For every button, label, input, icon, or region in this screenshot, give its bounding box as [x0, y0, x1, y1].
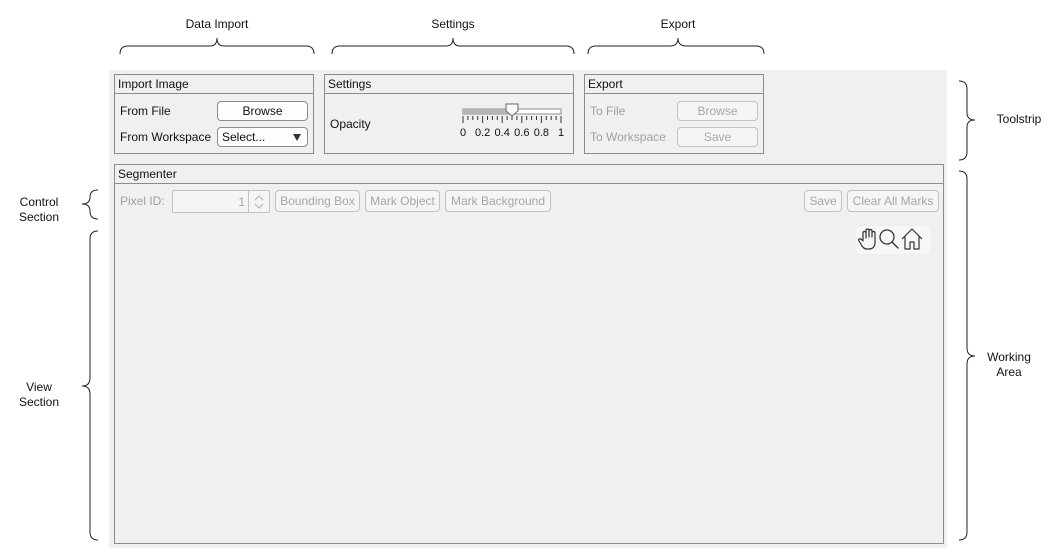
settings-panel: Settings Opacity 0 0.2 0.4 0.6 0.8 1	[324, 74, 574, 154]
spinner-down-icon	[254, 203, 264, 209]
annotation-data-import: Data Import	[185, 17, 249, 31]
segmenter-panel-title: Segmenter	[115, 165, 943, 184]
bounding-box-button[interactable]: Bounding Box	[275, 190, 360, 212]
brace-control-section	[81, 189, 99, 220]
spinner-arrows[interactable]	[251, 193, 267, 211]
export-panel: Export To File Browse To Workspace Save	[584, 74, 764, 154]
annotation-working-area-line2: Area	[996, 365, 1022, 379]
brace-working-area	[958, 170, 976, 541]
brace-view-section	[81, 230, 99, 541]
annotation-export: Export	[660, 17, 696, 31]
pixel-id-spinner[interactable]: 1	[172, 190, 270, 213]
pixel-id-value: 1	[238, 195, 245, 209]
annotation-control-section: Control Section	[4, 195, 74, 225]
annotation-view-section-line2: Section	[18, 395, 60, 409]
from-workspace-label: From Workspace	[120, 130, 212, 144]
tick-label-3: 0.6	[514, 127, 530, 139]
segmenter-save-button[interactable]: Save	[804, 190, 842, 212]
clear-all-marks-button[interactable]: Clear All Marks	[847, 190, 939, 212]
settings-panel-title: Settings	[325, 75, 573, 94]
annotation-view-section-line1: View	[26, 380, 52, 394]
export-save-button[interactable]: Save	[677, 127, 758, 147]
pixel-id-label: Pixel ID:	[120, 194, 165, 208]
workspace-select-value: Select...	[222, 130, 266, 144]
annotation-working-area: Working Area	[976, 350, 1042, 380]
brace-toolstrip	[958, 80, 976, 161]
import-browse-button[interactable]: Browse	[217, 101, 308, 121]
tick-label-0: 0	[459, 127, 467, 139]
opacity-label: Opacity	[330, 117, 371, 131]
brace-data-import	[119, 37, 315, 55]
annotation-settings: Settings	[431, 17, 475, 31]
image-view-area[interactable]	[115, 221, 943, 543]
segmenter-panel: Segmenter Pixel ID: 1 Bounding Box Mark …	[114, 164, 944, 544]
slider-fill	[463, 109, 512, 114]
import-image-panel: Import Image From File Browse From Works…	[114, 74, 314, 154]
tick-label-5: 1	[557, 127, 565, 139]
from-file-label: From File	[120, 104, 171, 118]
brace-settings	[331, 37, 575, 55]
to-workspace-label: To Workspace	[590, 130, 666, 144]
tick-label-2: 0.4	[494, 127, 510, 139]
annotation-control-section-line1: Control	[19, 195, 59, 209]
workspace-select[interactable]: Select...	[217, 127, 308, 147]
annotation-view-section: View Section	[4, 380, 74, 410]
mark-background-button[interactable]: Mark Background	[445, 190, 551, 212]
tick-label-1: 0.2	[474, 127, 491, 139]
spinner-divider	[248, 191, 249, 212]
export-browse-button[interactable]: Browse	[677, 101, 758, 121]
import-panel-title: Import Image	[115, 75, 313, 94]
annotation-control-section-line2: Section	[18, 210, 60, 224]
tick-label-4: 0.8	[533, 127, 550, 139]
mark-object-button[interactable]: Mark Object	[365, 190, 440, 212]
chevron-down-icon	[293, 134, 301, 141]
spinner-up-icon	[254, 195, 264, 201]
slider-ticks	[462, 116, 562, 123]
to-file-label: To File	[590, 104, 626, 118]
annotation-toolstrip: Toolstrip	[996, 112, 1042, 126]
export-panel-title: Export	[585, 75, 763, 94]
annotation-working-area-line1: Working	[987, 350, 1031, 364]
brace-export	[587, 37, 765, 55]
slider-tick-labels: 0 0.2 0.4 0.6 0.8 1	[457, 127, 567, 141]
